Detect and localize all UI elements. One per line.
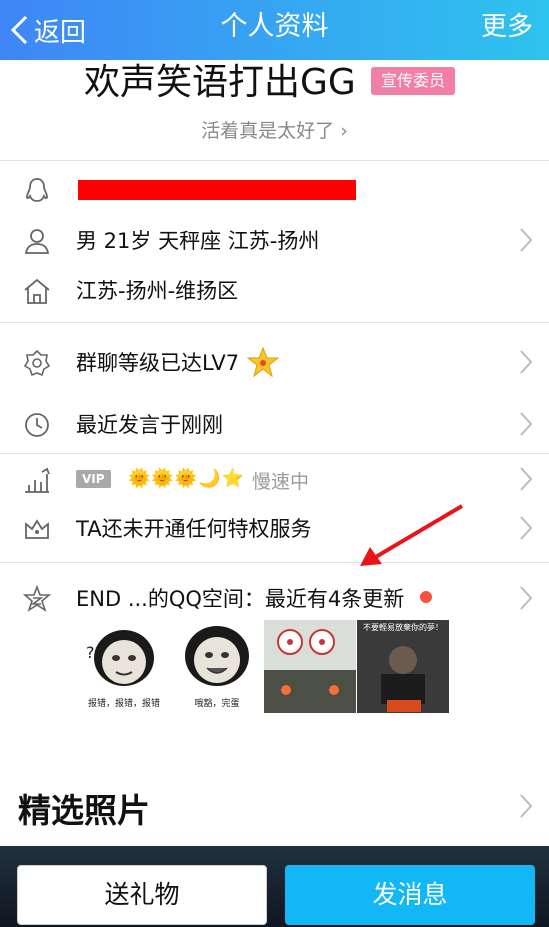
hometown-row: 江苏-扬州-维扬区 [0, 265, 549, 315]
group-level-text: 群聊等级已达LV7 [76, 351, 240, 375]
nickname: 欢声笑语打出GG [84, 62, 356, 103]
photo-meme-image [357, 620, 449, 713]
send-gift-button[interactable]: 送礼物 [17, 865, 267, 925]
qzone-thumbnail[interactable]: ? 报错，报错，报错 [78, 620, 170, 713]
clock-icon [22, 410, 52, 440]
hometown-text: 江苏-扬州-维扬区 [76, 279, 239, 303]
vip-speed-text: 慢速中 [252, 471, 310, 493]
qzone-row[interactable]: END ...的QQ空间：最近有4条更新 [0, 573, 549, 623]
star-icon [246, 346, 280, 378]
featured-photos-title: 精选照片 [18, 791, 150, 830]
penguin-icon [22, 176, 52, 206]
update-dot [420, 591, 432, 603]
qzone-star-icon [22, 584, 52, 614]
qzone-thumbnail[interactable]: 不要輕易放棄你的夢！ [357, 620, 449, 713]
person-icon [22, 226, 52, 256]
vip-badge: VIP [76, 470, 111, 488]
svg-text:?: ? [86, 643, 95, 662]
qzone-text: END ...的QQ空间：最近有4条更新 [76, 587, 405, 611]
home-icon [22, 276, 52, 306]
thumbnail-caption: 报错，报错，报错 [87, 699, 160, 709]
chevron-right-icon[interactable] [519, 793, 533, 819]
basic-info-text: 男 21岁 天秤座 江苏-扬州 [76, 229, 320, 253]
last-speak-text: 最近发言于刚刚 [76, 413, 223, 437]
chevron-right-icon [519, 585, 533, 611]
qzone-thumbnail[interactable] [264, 620, 356, 713]
vip-level-icons: 🌞🌞🌞🌙⭐ [128, 468, 246, 489]
privilege-text: TA还未开通任何特权服务 [76, 517, 312, 541]
signature[interactable]: 活着真是太好了 › [0, 116, 549, 143]
page-title: 个人资料 [220, 11, 329, 42]
chevron-right-icon [519, 227, 533, 253]
crown-icon [22, 514, 52, 544]
chevron-right-icon [519, 466, 533, 492]
growth-chart-icon [22, 465, 52, 495]
chevron-right-icon [519, 349, 533, 375]
thumbnail-caption: 不要輕易放棄你的夢！ [363, 623, 443, 632]
group-level-row[interactable]: 群聊等级已达LV7 [0, 337, 549, 387]
role-badge: 宣传委员 [371, 67, 456, 95]
chevron-right-icon [519, 515, 533, 541]
more-button[interactable]: 更多 [481, 10, 533, 44]
redacted-qq-number [78, 180, 356, 200]
send-message-button[interactable]: 发消息 [285, 865, 535, 925]
qzone-thumbnails: ? 报错，报错，报错 哦豁，完蛋 不要輕易放棄你的夢！ [78, 620, 449, 713]
thumbnail-caption: 哦豁，完蛋 [194, 699, 240, 709]
last-speak-row[interactable]: 最近发言于刚刚 [0, 399, 549, 449]
badge-icon [22, 348, 52, 378]
cartoon-meme-image [264, 620, 356, 713]
top-nav-bar: 返回 个人资料 更多 [0, 0, 549, 60]
chevron-right-icon [519, 411, 533, 437]
qzone-thumbnail[interactable]: 哦豁，完蛋 [171, 620, 263, 713]
divider [0, 322, 549, 323]
basic-info-row[interactable]: 男 21岁 天秤座 江苏-扬州 [0, 215, 549, 265]
annotation-arrow [360, 504, 464, 566]
divider [0, 160, 549, 161]
